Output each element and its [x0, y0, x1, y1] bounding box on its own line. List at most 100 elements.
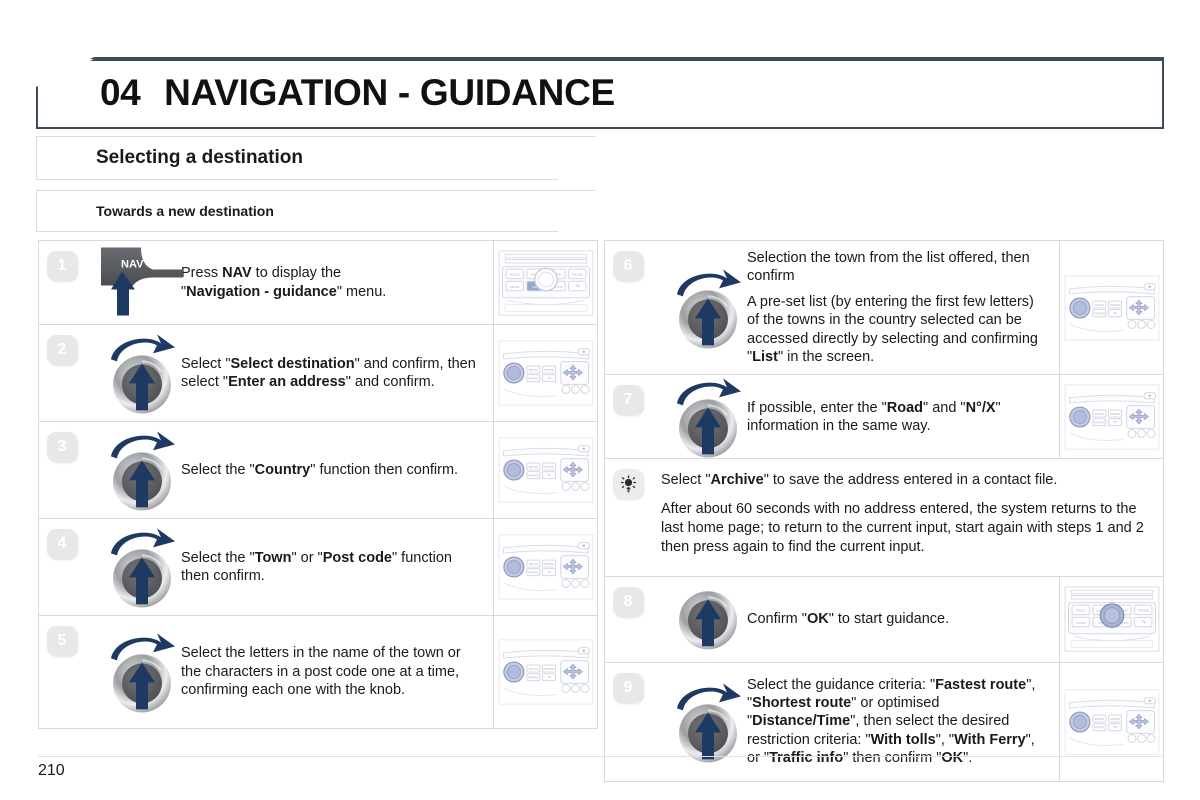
chapter-number: 04 — [100, 72, 141, 113]
step-icon-cell — [91, 616, 177, 728]
subsection-title-band: Towards a new destination — [36, 190, 596, 232]
footer-divider — [38, 756, 1164, 757]
chapter-header: 04 NAVIGATION - GUIDANCE — [36, 57, 1164, 129]
svg-text:PHONE: PHONE — [1137, 609, 1148, 613]
head-unit-nav-highlighted: RADIO MUSIC SETUP PHONE MODE NAV TRAFFIC… — [498, 249, 593, 316]
lightbulb-tip-icon — [620, 475, 636, 493]
step-text-cell: Press NAV to display the "Navigation - gu… — [177, 241, 493, 324]
svg-text:TRAFFIC: TRAFFIC — [527, 676, 539, 680]
knob-graphic — [111, 431, 175, 511]
step-row: 4 Select the "Town" or "Post code" funct… — [39, 519, 597, 616]
tip-icon-badge — [613, 469, 643, 500]
page-title: NAVIGATION - GUIDANCE — [164, 72, 615, 113]
head-unit-wide-knob: SETUP PHONE TRAFFIC ↷ — [498, 340, 593, 406]
svg-text:SETUP: SETUP — [1094, 716, 1103, 720]
svg-text:RADIO: RADIO — [509, 272, 519, 276]
step-icon-cell — [657, 577, 743, 662]
svg-text:↷: ↷ — [1113, 311, 1117, 316]
step-row: 8 Confirm "OK" to start guidance. RADIO … — [605, 576, 1163, 663]
svg-text:PHONE: PHONE — [544, 667, 554, 671]
rotary-knob-turn-press-icon — [101, 331, 183, 430]
step-icon-cell: NAV — [91, 241, 183, 324]
nav-key-graphic: NAV — [101, 247, 183, 315]
svg-text:PHONE: PHONE — [1110, 303, 1120, 307]
svg-text:MODE: MODE — [1076, 621, 1085, 625]
section-title-band: Selecting a destination — [36, 136, 596, 180]
rotary-knob-turn-press-icon — [667, 680, 749, 779]
svg-text:TRAFFIC: TRAFFIC — [527, 571, 539, 575]
svg-text:↷: ↷ — [575, 284, 580, 290]
steps-column-right: 6 Selection the town from the list offer… — [604, 240, 1164, 782]
rotary-knob-turn-press-icon — [667, 375, 749, 474]
head-unit-wide-knob: SETUP PHONE TRAFFIC ↷ — [498, 534, 593, 600]
head-unit-centre-knob-highlighted: RADIO MUSIC SETUP PHONE MODE NAV TRAFFIC… — [1064, 586, 1159, 652]
svg-text:TRAFFIC: TRAFFIC — [1093, 311, 1105, 315]
step-instruction-text: Select the guidance criteria: "Fastest r… — [747, 676, 1036, 767]
nav-button-press-icon: NAV — [97, 241, 189, 324]
svg-text:↷: ↷ — [1113, 725, 1117, 730]
step-badge-cell: 3 — [39, 422, 91, 518]
knob-graphic — [111, 528, 175, 608]
svg-text:PHONE: PHONE — [544, 465, 554, 469]
svg-text:PHONE: PHONE — [544, 562, 554, 566]
step-text-cell: Selection the town from the list offered… — [743, 241, 1059, 374]
svg-text:PHONE: PHONE — [1110, 412, 1120, 416]
rotary-knob-press-icon — [667, 583, 749, 668]
svg-text:↷: ↷ — [547, 675, 551, 680]
svg-text:SETUP: SETUP — [528, 562, 537, 566]
svg-text:SETUP: SETUP — [528, 465, 537, 469]
section-title: Selecting a destination — [96, 147, 303, 168]
step-badge-cell: 6 — [605, 241, 657, 374]
head-unit-wide-knob: SETUP PHONE TRAFFIC ↷ — [1064, 384, 1159, 450]
svg-text:MODE: MODE — [510, 284, 519, 288]
step-illustration-cell: SETUP PHONE TRAFFIC ↷ — [493, 519, 597, 615]
step-illustration-cell: SETUP PHONE TRAFFIC ↷ — [1059, 662, 1163, 781]
step-icon-cell — [91, 325, 177, 421]
svg-text:SETUP: SETUP — [1094, 412, 1103, 416]
step-row: 9 Select the guidance criteria: "Fastest… — [605, 662, 1163, 781]
step-text-cell: Select the "Town" or "Post code" functio… — [177, 519, 493, 615]
step-badge-cell: 1 — [39, 241, 91, 324]
tip-text: Select "Archive" to save the address ent… — [661, 472, 1144, 556]
step-number-badge: 9 — [613, 672, 643, 703]
svg-text:RADIO: RADIO — [1075, 609, 1085, 613]
step-number-badge: 7 — [613, 385, 643, 416]
step-illustration-cell: RADIO MUSIC SETUP PHONE MODE NAV TRAFFIC… — [493, 241, 597, 324]
svg-text:TRAFFIC: TRAFFIC — [1093, 421, 1105, 425]
page-number: 210 — [38, 762, 65, 779]
step-illustration-cell: SETUP PHONE TRAFFIC ↷ — [1059, 375, 1163, 459]
step-row: 2 Select "Select destination" and confir… — [39, 325, 597, 422]
svg-text:↷: ↷ — [547, 473, 551, 478]
knob-graphic — [111, 633, 175, 713]
head-unit-wide-knob: SETUP PHONE TRAFFIC ↷ — [1064, 275, 1159, 341]
knob-graphic — [679, 591, 737, 650]
step-text-cell: Select the "Country" function then confi… — [177, 422, 493, 518]
step-illustration-cell: SETUP PHONE TRAFFIC ↷ — [1059, 241, 1163, 375]
step-instruction-text: Press NAV to display the "Navigation - gu… — [181, 265, 387, 300]
svg-text:↷: ↷ — [547, 376, 551, 381]
step-number-badge: 6 — [613, 251, 643, 281]
svg-text:↷: ↷ — [1113, 420, 1117, 425]
rotary-knob-turn-press-icon — [101, 630, 183, 729]
svg-text:PHONE: PHONE — [1110, 716, 1120, 720]
step-icon-cell — [657, 375, 743, 458]
svg-text:PHONE: PHONE — [571, 272, 582, 276]
step-instruction-text: Select "Select destination" and confirm,… — [181, 355, 476, 390]
svg-text:SETUP: SETUP — [1094, 303, 1103, 307]
svg-text:SETUP: SETUP — [528, 667, 537, 671]
step-badge-cell: 4 — [39, 519, 91, 615]
svg-text:TRAFFIC: TRAFFIC — [1093, 725, 1105, 729]
step-row: 1 NAV Press NAV to display the "Navigatio… — [39, 241, 597, 325]
step-row: 3 Select the "Country" function then con… — [39, 422, 597, 519]
step-row: 6 Selection the town from the list offer… — [605, 241, 1163, 376]
step-number-badge: 2 — [47, 335, 77, 365]
knob-graphic — [677, 269, 741, 349]
step-icon-cell — [657, 241, 743, 374]
svg-text:TRAFFIC: TRAFFIC — [527, 474, 539, 478]
tip-row: Select "Archive" to save the address ent… — [605, 459, 1163, 577]
step-instruction-text: Confirm "OK" to start guidance. — [747, 610, 950, 627]
rotary-knob-turn-press-icon — [101, 525, 183, 624]
step-illustration-cell: SETUP PHONE TRAFFIC ↷ — [493, 422, 597, 518]
step-badge-cell: 2 — [39, 325, 91, 421]
tip-badge-cell — [605, 459, 657, 500]
